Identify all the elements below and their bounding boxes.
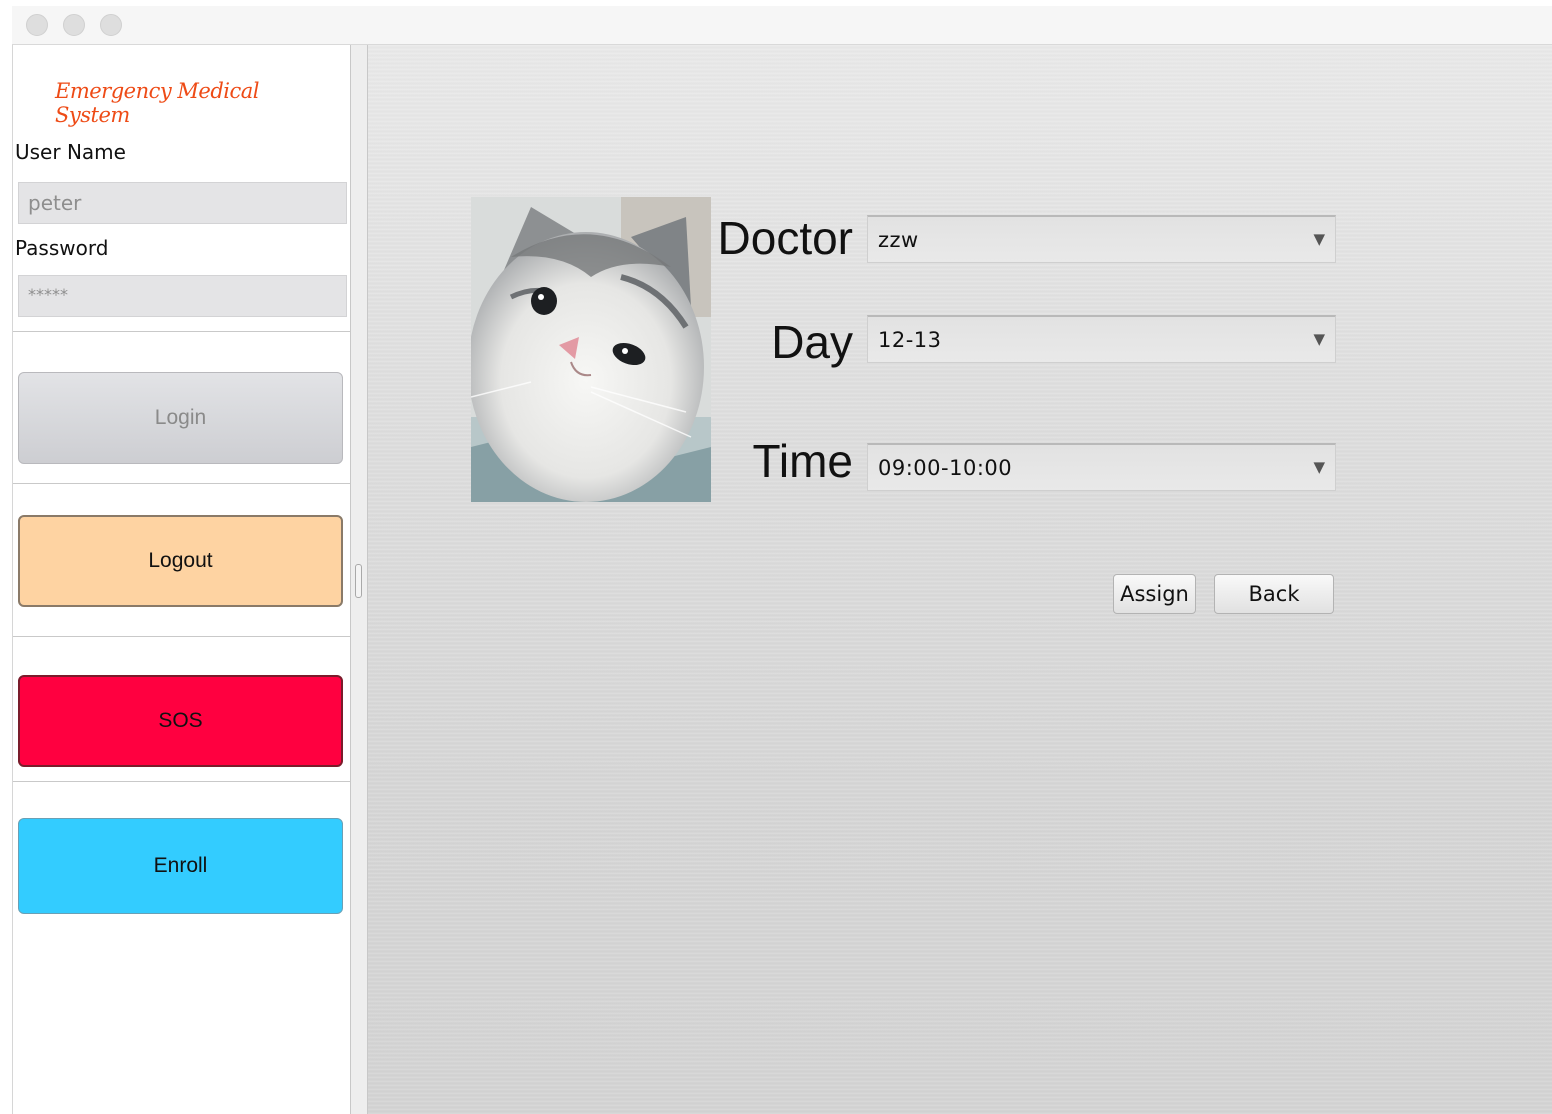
username-field[interactable]: peter: [18, 182, 347, 224]
kitten-photo: [471, 197, 711, 502]
day-label: Day: [771, 316, 853, 368]
password-label: Password: [15, 236, 109, 260]
sidebar: Emergency Medical System User Name peter…: [12, 45, 351, 1114]
doctor-select-value: zzw: [878, 228, 919, 252]
doctor-label: Doctor: [717, 212, 853, 264]
brand-title: Emergency Medical System: [55, 79, 260, 127]
time-select[interactable]: 09:00-10:00 ▼: [867, 443, 1336, 491]
password-field[interactable]: *****: [18, 275, 347, 317]
enroll-button[interactable]: Enroll: [18, 818, 343, 914]
doctor-select[interactable]: zzw ▼: [867, 215, 1336, 263]
divider-line: [13, 636, 351, 637]
kitten-image: [471, 197, 711, 502]
main-panel: Doctor zzw ▼ Day 12-13 ▼ Time 09:00-10:0…: [368, 45, 1552, 1114]
divider-line: [13, 331, 351, 332]
minimize-icon[interactable]: [63, 14, 85, 36]
close-icon[interactable]: [26, 14, 48, 36]
title-bar: [12, 6, 1552, 45]
chevron-down-icon: ▼: [1313, 330, 1325, 348]
day-select-value: 12-13: [878, 328, 942, 352]
drag-handle-icon[interactable]: [355, 564, 362, 598]
username-label: User Name: [15, 140, 126, 164]
sos-button[interactable]: SOS: [18, 675, 343, 767]
back-button[interactable]: Back: [1214, 574, 1334, 614]
split-pane-divider[interactable]: [350, 45, 368, 1114]
day-select[interactable]: 12-13 ▼: [867, 315, 1336, 363]
chevron-down-icon: ▼: [1313, 458, 1325, 476]
time-label: Time: [752, 435, 853, 487]
divider-line: [13, 483, 351, 484]
logout-button[interactable]: Logout: [18, 515, 343, 607]
chevron-down-icon: ▼: [1313, 230, 1325, 248]
time-select-value: 09:00-10:00: [878, 456, 1013, 480]
login-button[interactable]: Login: [18, 372, 343, 464]
zoom-icon[interactable]: [100, 14, 122, 36]
assign-button[interactable]: Assign: [1113, 574, 1196, 614]
divider-line: [13, 781, 351, 782]
app-window: Emergency Medical System User Name peter…: [12, 6, 1552, 1114]
